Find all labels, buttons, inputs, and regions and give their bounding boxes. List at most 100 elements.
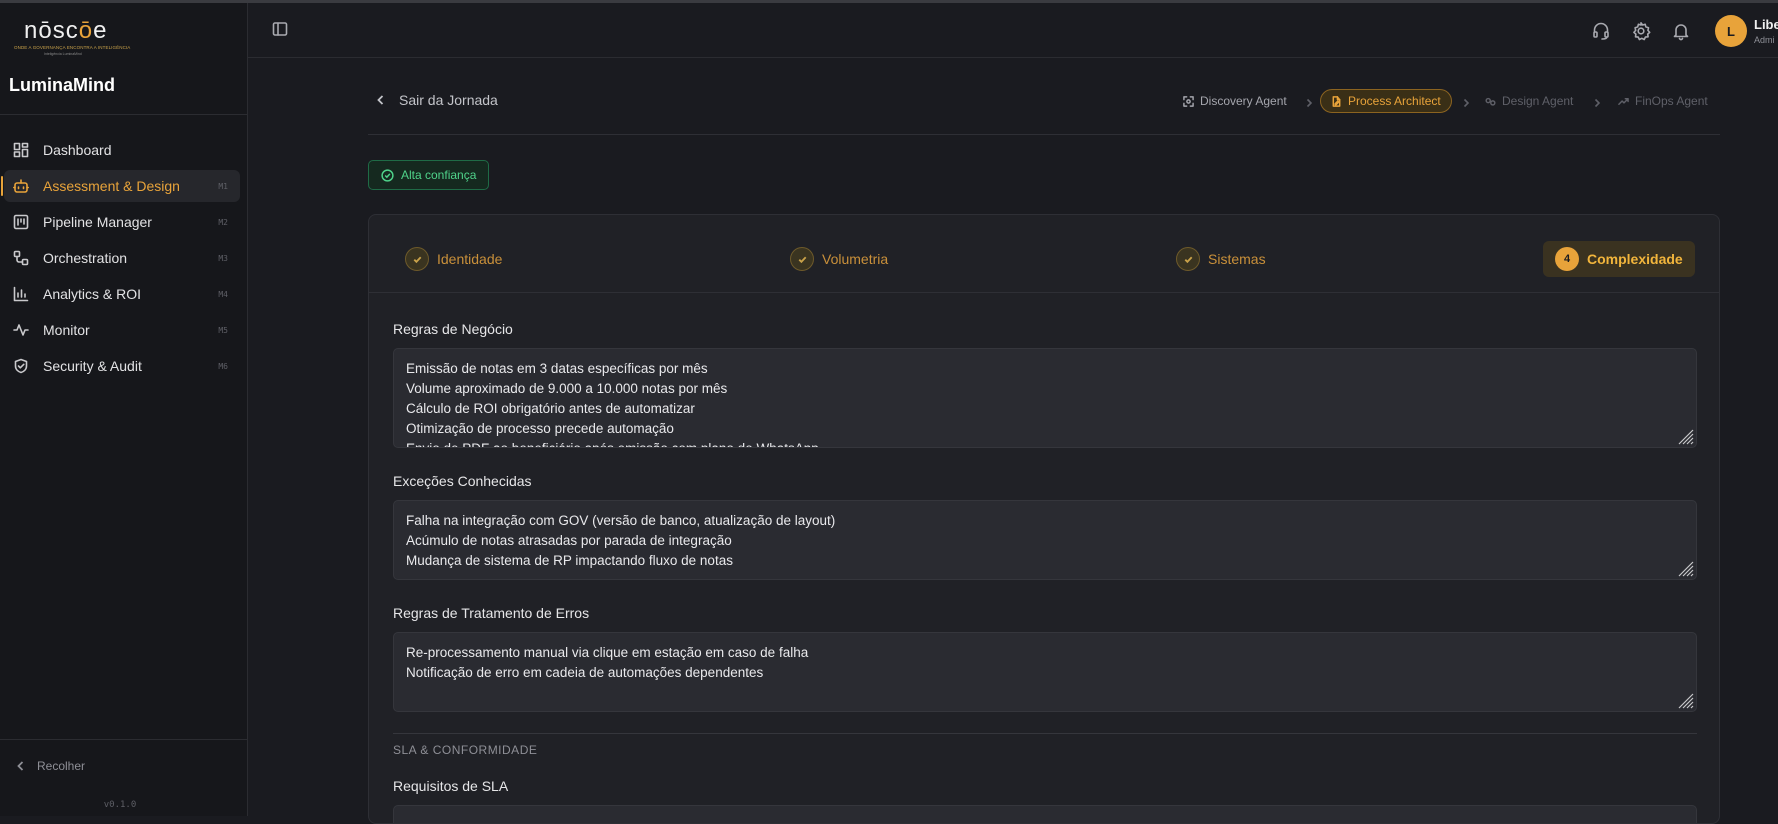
resize-handle-icon[interactable] [1674, 557, 1694, 577]
collapse-label: Recolher [37, 759, 86, 773]
chevron-right-icon [1592, 95, 1602, 108]
divider [393, 733, 1697, 734]
check-icon [405, 247, 429, 271]
form-tabs: Identidade Volumetria Sistemas 4 Complex… [369, 215, 1719, 293]
bar-chart-icon [13, 286, 29, 302]
business-rules-textarea[interactable]: Emissão de notas em 3 datas específicas … [393, 348, 1697, 448]
gear-icon [1633, 22, 1651, 41]
sidebar-item-assessment-design[interactable]: Assessment & Design M1 [1, 170, 240, 202]
notifications-button[interactable] [1671, 21, 1691, 41]
error-handling-label: Regras de Tratamento de Erros [393, 605, 590, 621]
step-label: Process Architect [1348, 94, 1441, 108]
divider [0, 114, 248, 115]
tab-label: Complexidade [1587, 251, 1683, 267]
collapse-sidebar-button[interactable]: Recolher [15, 759, 85, 773]
shortcut-hint: M5 [218, 325, 228, 335]
sidebar-item-analytics-roi[interactable]: Analytics & ROI M4 [4, 278, 240, 310]
badge-label: Alta confiança [401, 168, 477, 182]
shortcut-hint: M6 [218, 361, 228, 371]
confidence-badge: Alta confiança [368, 160, 490, 190]
known-exceptions-label: Exceções Conhecidas [393, 473, 532, 489]
sidebar-item-label: Analytics & ROI [43, 286, 142, 302]
text-line: Re-processamento manual via clique em es… [406, 645, 809, 660]
resize-handle-icon[interactable] [1674, 689, 1694, 709]
link-icon [1485, 97, 1496, 106]
text-line: Otimização de processo precede automação [406, 421, 674, 436]
step-process-architect[interactable]: Process Architect [1320, 89, 1452, 113]
support-button[interactable] [1591, 21, 1611, 41]
avatar[interactable]: L [1715, 15, 1747, 47]
toggle-sidebar-button[interactable] [272, 21, 288, 37]
resize-handle-icon[interactable] [1674, 425, 1694, 445]
step-discovery-agent[interactable]: Discovery Agent [1183, 89, 1287, 113]
text-line: Falha na integração com GOV (versão de b… [406, 513, 836, 528]
bell-icon [1673, 24, 1689, 41]
tab-label: Volumetria [822, 251, 889, 267]
sidebar-item-monitor[interactable]: Monitor M5 [4, 314, 240, 346]
sidebar-item-label: Security & Audit [43, 358, 142, 374]
sidebar-item-label: Pipeline Manager [43, 214, 152, 230]
robot-icon [13, 178, 29, 194]
step-number: 4 [1555, 247, 1579, 271]
known-exceptions-textarea[interactable]: Falha na integração com GOV (versão de b… [393, 500, 1697, 580]
sidebar-item-label: Dashboard [43, 142, 112, 158]
shortcut-hint: M3 [218, 253, 228, 263]
dashboard-icon [13, 142, 29, 158]
tab-identidade[interactable]: Identidade [405, 241, 502, 277]
panel-left-icon [272, 22, 288, 36]
step-finops-agent[interactable]: FinOps Agent [1618, 89, 1708, 113]
kanban-icon [13, 214, 29, 230]
logo-tagline: ONDE A GOVERNANÇA ENCONTRA A INTELIGÊNCI… [14, 45, 131, 50]
step-label: Discovery Agent [1200, 94, 1287, 108]
shortcut-hint: M1 [218, 181, 228, 191]
text-line: Emissão de notas em 3 datas específicas … [406, 361, 708, 376]
settings-button[interactable] [1631, 21, 1651, 41]
scan-icon [1183, 95, 1194, 107]
app-version: v0.1.0 [103, 800, 137, 810]
business-rules-label: Regras de Negócio [393, 321, 513, 337]
sla-requirements-label: Requisitos de SLA [393, 778, 509, 794]
step-label: Design Agent [1502, 94, 1574, 108]
check-icon [790, 247, 814, 271]
sidebar: nōscōe ONDE A GOVERNANÇA ENCONTRA A INTE… [0, 3, 248, 816]
sidebar-item-dashboard[interactable]: Dashboard [4, 134, 240, 166]
tab-complexidade[interactable]: 4 Complexidade [1543, 241, 1695, 277]
trending-up-icon [1618, 97, 1629, 105]
tab-volumetria[interactable]: Volumetria [790, 241, 888, 277]
top-header: L Libe Admi [248, 3, 1778, 58]
workflow-icon [13, 250, 29, 266]
sidebar-item-label: Monitor [43, 322, 90, 338]
step-design-agent[interactable]: Design Agent [1485, 89, 1573, 113]
error-handling-textarea[interactable]: Re-processamento manual via clique em es… [393, 632, 1697, 712]
headset-icon [1593, 22, 1609, 40]
user-role: Admi [1754, 35, 1775, 45]
divider [0, 739, 248, 740]
chevron-left-icon [17, 761, 24, 771]
sidebar-item-security-audit[interactable]: Security & Audit M6 [4, 350, 240, 382]
sidebar-item-pipeline-manager[interactable]: Pipeline Manager M2 [4, 206, 240, 238]
sidebar-item-orchestration[interactable]: Orchestration M3 [4, 242, 240, 274]
chevron-right-icon [1461, 95, 1471, 108]
shortcut-hint: M4 [218, 289, 228, 299]
file-edit-icon [1332, 95, 1341, 107]
logo-wordmark: nōscōe [24, 17, 108, 44]
sidebar-item-label: Orchestration [43, 250, 128, 266]
activity-icon [13, 322, 29, 338]
divider [368, 134, 1720, 135]
text-line: Acúmulo de notas atrasadas por parada de… [406, 533, 732, 548]
shortcut-hint: M2 [218, 217, 228, 227]
text-line: Notificação de erro em cadeia de automaç… [406, 665, 764, 680]
tab-label: Identidade [437, 251, 503, 267]
text-line: Cálculo de ROI obrigatório antes de auto… [406, 401, 695, 416]
chevron-right-icon [1304, 95, 1314, 108]
tab-sistemas[interactable]: Sistemas [1176, 241, 1266, 277]
sidebar-item-label: Assessment & Design [43, 178, 180, 194]
logo: nōscōe ONDE A GOVERNANÇA ENCONTRA A INTE… [14, 17, 131, 59]
agent-stepper: Discovery Agent Process Architect Design… [0, 89, 1778, 113]
sla-section-title: SLA & CONFORMIDADE [393, 743, 538, 757]
sla-requirements-textarea[interactable] [393, 805, 1697, 823]
check-icon [1176, 247, 1200, 271]
check-circle-icon [381, 168, 394, 182]
text-line: Mudança de sistema de RP impactando flux… [406, 553, 733, 568]
user-name: Libe [1754, 17, 1778, 32]
